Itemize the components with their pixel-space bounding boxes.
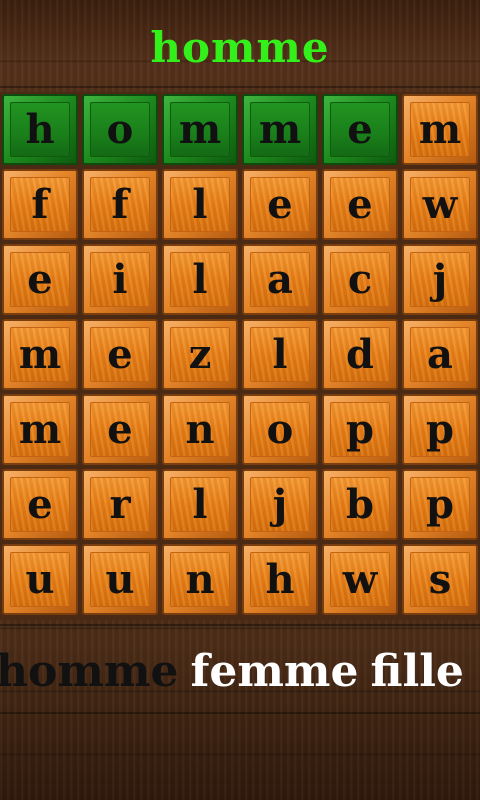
letter-tile[interactable]: e: [322, 169, 398, 240]
letter-tile[interactable]: m: [2, 319, 78, 390]
tile-letter: j: [432, 255, 448, 303]
word-list-item: fille: [370, 646, 464, 697]
letter-tile[interactable]: l: [242, 319, 318, 390]
letter-tile[interactable]: p: [402, 394, 478, 465]
tile-letter: r: [109, 480, 131, 528]
tile-letter: c: [347, 255, 373, 303]
letter-tile[interactable]: p: [322, 394, 398, 465]
tile-letter: e: [107, 405, 133, 453]
letter-tile[interactable]: m: [402, 94, 478, 165]
letter-tile[interactable]: j: [402, 244, 478, 315]
tile-letter: i: [112, 255, 128, 303]
letter-tile[interactable]: z: [162, 319, 238, 390]
letter-tile[interactable]: w: [322, 544, 398, 615]
letter-tile[interactable]: o: [242, 394, 318, 465]
tile-letter: m: [18, 405, 62, 453]
letter-tile[interactable]: n: [162, 544, 238, 615]
letter-tile[interactable]: h: [2, 94, 78, 165]
tile-letter: u: [25, 555, 55, 603]
letter-tile[interactable]: e: [82, 394, 158, 465]
letter-tile[interactable]: o: [82, 94, 158, 165]
tile-letter: d: [346, 330, 374, 378]
letter-tile[interactable]: d: [322, 319, 398, 390]
letter-tile[interactable]: u: [82, 544, 158, 615]
letter-tile[interactable]: l: [162, 169, 238, 240]
letter-tile[interactable]: m: [2, 394, 78, 465]
tile-letter: h: [25, 105, 55, 153]
letter-tile[interactable]: m: [242, 94, 318, 165]
tile-letter: l: [192, 255, 208, 303]
tile-letter: e: [267, 180, 293, 228]
tile-letter: e: [27, 255, 53, 303]
letter-tile[interactable]: m: [162, 94, 238, 165]
tile-letter: p: [426, 405, 454, 453]
letter-tile[interactable]: h: [242, 544, 318, 615]
letter-tile[interactable]: l: [162, 244, 238, 315]
tile-letter: l: [272, 330, 288, 378]
tile-letter: o: [266, 405, 294, 453]
tile-letter: h: [265, 555, 295, 603]
letter-tile[interactable]: l: [162, 469, 238, 540]
letter-tile[interactable]: e: [2, 244, 78, 315]
tile-letter: l: [192, 480, 208, 528]
tile-letter: p: [346, 405, 374, 453]
tile-letter: n: [185, 405, 215, 453]
tile-letter: z: [188, 330, 212, 378]
wood-plank-divider: [0, 86, 480, 88]
tile-letter: u: [105, 555, 135, 603]
tile-letter: w: [342, 555, 378, 603]
wood-plank-divider: [0, 624, 480, 626]
letter-tile[interactable]: e: [82, 319, 158, 390]
tile-letter: n: [185, 555, 215, 603]
letter-tile[interactable]: e: [322, 94, 398, 165]
wood-plank-divider: [0, 712, 480, 714]
tile-letter: l: [192, 180, 208, 228]
tile-letter: b: [346, 480, 374, 528]
tile-letter: m: [178, 105, 222, 153]
tile-letter: s: [428, 555, 452, 603]
tile-letter: f: [111, 180, 129, 228]
tile-letter: e: [347, 180, 373, 228]
tile-letter: a: [427, 330, 453, 378]
tile-letter: a: [267, 255, 293, 303]
letter-tile[interactable]: f: [2, 169, 78, 240]
letter-tile[interactable]: f: [82, 169, 158, 240]
tile-letter: m: [258, 105, 302, 153]
tile-letter: f: [31, 180, 49, 228]
tile-letter: e: [347, 105, 373, 153]
word-list-item: femme: [190, 646, 359, 697]
letter-tile[interactable]: a: [242, 244, 318, 315]
letter-tile[interactable]: c: [322, 244, 398, 315]
letter-tile[interactable]: n: [162, 394, 238, 465]
word-list: homme femme fille: [0, 640, 480, 704]
letter-tile[interactable]: w: [402, 169, 478, 240]
letter-tile[interactable]: i: [82, 244, 158, 315]
tile-letter: e: [107, 330, 133, 378]
tile-letter: p: [426, 480, 454, 528]
tile-letter: w: [422, 180, 458, 228]
tile-letter: j: [272, 480, 288, 528]
letter-tile[interactable]: a: [402, 319, 478, 390]
tile-letter: o: [106, 105, 134, 153]
letter-grid: hommemffleeweilacjmezldamenopperljbpuunh…: [0, 92, 480, 620]
letter-tile[interactable]: e: [2, 469, 78, 540]
letter-tile[interactable]: b: [322, 469, 398, 540]
letter-tile[interactable]: u: [2, 544, 78, 615]
tile-letter: m: [18, 330, 62, 378]
letter-tile[interactable]: s: [402, 544, 478, 615]
letter-tile[interactable]: e: [242, 169, 318, 240]
tile-letter: m: [418, 105, 462, 153]
letter-tile[interactable]: j: [242, 469, 318, 540]
word-list-item: homme: [0, 646, 179, 697]
letter-tile[interactable]: r: [82, 469, 158, 540]
current-word-title: homme: [150, 23, 330, 72]
letter-tile[interactable]: p: [402, 469, 478, 540]
tile-letter: e: [27, 480, 53, 528]
